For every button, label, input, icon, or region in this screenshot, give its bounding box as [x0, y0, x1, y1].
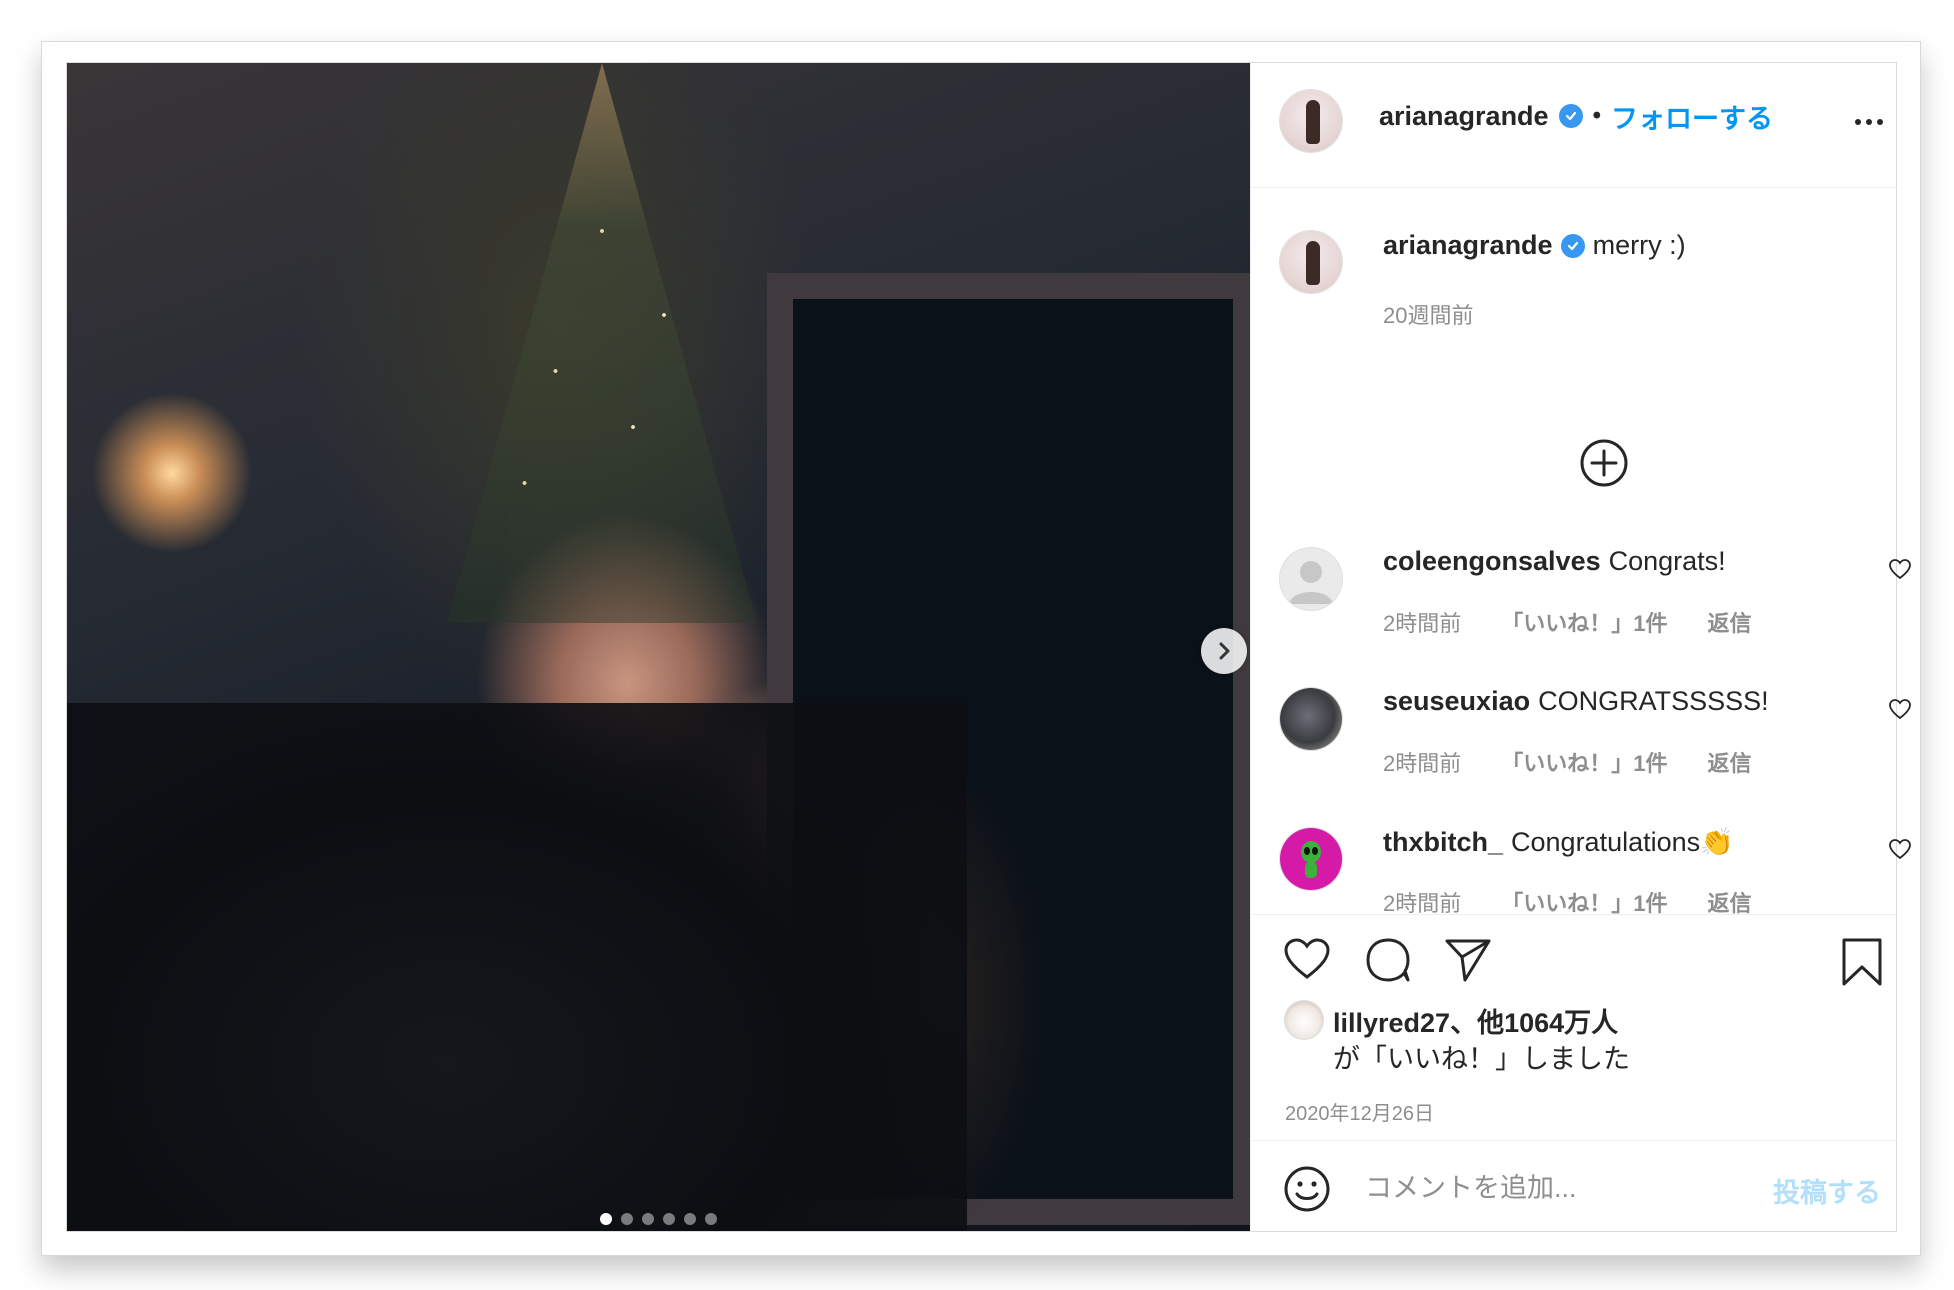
post-photo[interactable]	[67, 63, 1250, 1231]
comment-text: Congratulations	[1511, 826, 1701, 857]
caption-text: merry :)	[1592, 230, 1686, 260]
header-info: arianagrande • フォローする	[1379, 96, 1773, 136]
author-username[interactable]: arianagrande	[1379, 101, 1549, 132]
heart-icon[interactable]	[1888, 558, 1912, 580]
reply-button[interactable]: 返信	[1708, 746, 1752, 778]
caption-avatar[interactable]	[1280, 231, 1342, 293]
emoji-smiley-icon[interactable]	[1283, 1165, 1331, 1213]
comment-likes[interactable]: 「いいね！」1件	[1501, 606, 1667, 638]
photo-people	[67, 703, 967, 1231]
author-avatar[interactable]	[1280, 90, 1342, 152]
heart-icon[interactable]	[1888, 698, 1912, 720]
like-heart-icon[interactable]	[1283, 937, 1331, 981]
photo-avatar[interactable]	[1280, 688, 1342, 750]
instagram-post: arianagrande • フォローする arianagrande merry…	[66, 62, 1911, 1232]
post-date[interactable]: 2020年12月26日	[1285, 1097, 1434, 1126]
caption-time[interactable]: 20週間前	[1383, 298, 1473, 330]
carousel-dot	[705, 1213, 717, 1225]
load-more-comments-icon[interactable]	[1579, 438, 1629, 488]
add-comment-bar: 投稿する	[1251, 1140, 1897, 1232]
comment-time[interactable]: 2時間前	[1383, 746, 1461, 778]
liker-avatar[interactable]	[1285, 1001, 1323, 1039]
clapping-hands-icon: 👏	[1700, 827, 1734, 857]
comment-line: seuseuxiao CONGRATSSSSS!	[1383, 686, 1769, 717]
verified-badge-icon	[1560, 233, 1585, 258]
chevron-right-icon	[1219, 642, 1230, 660]
reply-button[interactable]: 返信	[1708, 606, 1752, 638]
carousel-dots	[67, 1213, 1250, 1225]
comments-section: arianagrande merry :) 20週間前 coleengonsal…	[1251, 188, 1911, 916]
heart-icon[interactable]	[1888, 838, 1912, 860]
more-options-icon[interactable]	[1855, 107, 1889, 137]
comment-meta: 2時間前 「いいね！」1件 返信	[1383, 606, 1752, 638]
christmas-tree	[447, 63, 757, 623]
alien-avatar[interactable]	[1280, 828, 1342, 890]
carousel-dot	[642, 1213, 654, 1225]
comment-line: coleengonsalves Congrats!	[1383, 546, 1726, 577]
comment-time[interactable]: 2時間前	[1383, 606, 1461, 638]
caption-line: arianagrande merry :)	[1383, 230, 1686, 261]
comment-username[interactable]: thxbitch_	[1383, 827, 1503, 858]
comment-line: thxbitch_ Congratulations 👏	[1383, 826, 1734, 858]
comment-input[interactable]	[1363, 1165, 1767, 1211]
likes-suffix: が「いいね！」しました	[1333, 1044, 1630, 1074]
caption-username[interactable]: arianagrande	[1383, 230, 1553, 261]
post-actions: lillyred27、他1064万人 が「いいね！」しました 2020年12月2…	[1251, 914, 1897, 1140]
verified-badge-icon	[1558, 104, 1583, 128]
follow-button[interactable]: フォローする	[1611, 97, 1773, 136]
comment-text: Congrats!	[1608, 546, 1726, 576]
share-paper-plane-icon[interactable]	[1444, 937, 1492, 983]
comment-bubble-icon[interactable]	[1364, 937, 1412, 983]
comment-likes[interactable]: 「いいね！」1件	[1501, 746, 1667, 778]
post-side-panel: arianagrande • フォローする arianagrande merry…	[1250, 63, 1911, 1232]
carousel-dot	[621, 1213, 633, 1225]
default-avatar-icon[interactable]	[1280, 548, 1342, 610]
caption-meta: 20週間前	[1383, 298, 1473, 330]
post-header: arianagrande • フォローする	[1251, 63, 1897, 188]
header-separator: •	[1592, 102, 1601, 129]
comment-username[interactable]: seuseuxiao	[1383, 686, 1530, 717]
carousel-dot-active	[600, 1213, 612, 1225]
comment-username[interactable]: coleengonsalves	[1383, 546, 1601, 577]
comment-text: CONGRATSSSSS!	[1538, 686, 1769, 716]
bookmark-icon[interactable]	[1841, 937, 1883, 987]
post-comment-button[interactable]: 投稿する	[1773, 1171, 1881, 1210]
carousel-next-button[interactable]	[1201, 628, 1247, 674]
carousel-dot	[663, 1213, 675, 1225]
likes-count[interactable]: lillyred27、他1064万人	[1333, 1001, 1618, 1040]
carousel-dot	[684, 1213, 696, 1225]
comment-meta: 2時間前 「いいね！」1件 返信	[1383, 746, 1752, 778]
